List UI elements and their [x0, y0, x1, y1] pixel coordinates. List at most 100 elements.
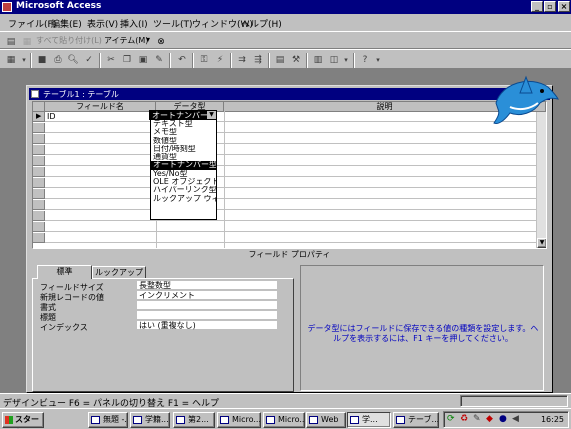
- restore-button[interactable]: ▫: [544, 1, 556, 12]
- taskbar-item[interactable]: Micro...: [263, 412, 305, 428]
- tray-icon[interactable]: ⟳: [447, 414, 455, 424]
- tray-icon[interactable]: ✎: [473, 414, 481, 424]
- spelling-icon[interactable]: ✓: [82, 53, 96, 67]
- tab-general[interactable]: 標準: [37, 265, 92, 279]
- office-assistant-dolphin-icon[interactable]: [490, 73, 560, 128]
- tray-icon[interactable]: ●: [499, 414, 507, 424]
- items-dropdown-arrow[interactable]: ▾: [146, 35, 150, 44]
- scroll-down-button[interactable]: ▼: [537, 238, 546, 248]
- row-selector[interactable]: [33, 222, 45, 232]
- property-value[interactable]: [137, 301, 277, 310]
- start-button[interactable]: スタート: [2, 412, 44, 429]
- menu-tools[interactable]: ツール(T): [153, 17, 193, 30]
- table-row[interactable]: [33, 233, 546, 243]
- save-icon[interactable]: ■: [35, 53, 49, 67]
- row-selector[interactable]: [33, 200, 45, 210]
- database-window-icon[interactable]: ▥: [311, 53, 325, 67]
- row-selector[interactable]: [33, 178, 45, 188]
- clear-clipboard-icon[interactable]: ⊗: [154, 35, 168, 49]
- taskbar-item-active[interactable]: 学...: [347, 412, 391, 428]
- cut-icon[interactable]: ✂: [104, 53, 118, 67]
- property-value[interactable]: インクリメント: [137, 291, 277, 300]
- menu-view[interactable]: 表示(V): [87, 17, 118, 30]
- field-name-cell[interactable]: ID: [47, 112, 56, 121]
- taskbar-item[interactable]: 無題 -...: [88, 412, 128, 428]
- data-type-option[interactable]: OLE オブジェクト型: [151, 178, 216, 186]
- row-selector[interactable]: [33, 123, 45, 133]
- chevron-down-icon[interactable]: ▼: [207, 111, 216, 119]
- table-row[interactable]: ▶ ID: [33, 112, 546, 122]
- view-dropdown-arrow[interactable]: ▾: [17, 53, 31, 67]
- clock[interactable]: 16:25: [541, 415, 564, 424]
- tray-icon[interactable]: ♻: [460, 414, 468, 424]
- taskbar-item[interactable]: Web: [306, 412, 346, 428]
- table-row[interactable]: [33, 200, 546, 210]
- delete-rows-icon[interactable]: ⇶: [251, 53, 265, 67]
- row-selector[interactable]: [33, 233, 45, 243]
- taskbar-item[interactable]: Micro...: [217, 412, 261, 428]
- data-type-option[interactable]: 日付/時刻型: [151, 145, 216, 153]
- speaker-icon[interactable]: ◀: [512, 414, 519, 424]
- minimize-button[interactable]: _: [531, 1, 543, 12]
- taskbar-item[interactable]: 学籍...: [130, 412, 170, 428]
- data-type-option-selected[interactable]: オートナンバー型: [151, 161, 216, 170]
- table-row[interactable]: [33, 211, 546, 221]
- row-selector[interactable]: [33, 189, 45, 199]
- table-row[interactable]: [33, 145, 546, 155]
- table-row[interactable]: [33, 123, 546, 133]
- data-type-option[interactable]: 通貨型: [151, 153, 216, 161]
- new-object-dropdown-arrow[interactable]: ▾: [339, 53, 353, 67]
- undo-icon[interactable]: ↶: [175, 53, 189, 67]
- primary-key-icon[interactable]: ⚿: [197, 53, 211, 67]
- paste-all-button[interactable]: すべて貼り付け(L): [36, 35, 102, 46]
- print-preview-icon[interactable]: 🔍︎: [66, 53, 80, 67]
- table-row[interactable]: [33, 167, 546, 177]
- help-icon[interactable]: ?: [358, 53, 372, 67]
- paste-icon[interactable]: ▣: [136, 53, 150, 67]
- paste-all-icon[interactable]: ▦: [20, 35, 34, 49]
- menu-edit[interactable]: 編集(E): [51, 17, 82, 30]
- help-dropdown-arrow[interactable]: ▾: [371, 53, 385, 67]
- row-selector-current[interactable]: ▶: [33, 112, 45, 122]
- data-type-option[interactable]: ハイパーリンク型: [151, 186, 216, 194]
- build-icon[interactable]: ⚒: [289, 53, 303, 67]
- table-row[interactable]: [33, 178, 546, 188]
- window-icon: [176, 416, 185, 424]
- data-type-option[interactable]: テキスト型: [151, 120, 216, 128]
- property-help-pane: データ型にはフィールドに保存できる値の種類を設定します。ヘルプを表示するには、F…: [300, 265, 544, 391]
- properties-icon[interactable]: ▤: [273, 53, 287, 67]
- row-selector[interactable]: [33, 145, 45, 155]
- indexes-icon[interactable]: ⚡: [213, 53, 227, 67]
- menu-insert[interactable]: 挿入(I): [120, 17, 148, 30]
- data-type-option[interactable]: ルックアップ ウィザード...: [151, 195, 216, 203]
- format-painter-icon[interactable]: ✎: [152, 53, 166, 67]
- close-button[interactable]: ×: [558, 1, 570, 12]
- table-row[interactable]: [33, 134, 546, 144]
- column-header-field-name: フィールド名: [45, 102, 156, 112]
- menu-file[interactable]: ファイル(F): [8, 17, 56, 30]
- table-row[interactable]: [33, 156, 546, 166]
- property-value[interactable]: [137, 311, 277, 320]
- grid-scrollbar[interactable]: ▼: [536, 112, 546, 248]
- data-type-option[interactable]: Yes/No型: [151, 170, 216, 178]
- property-value[interactable]: はい (重複なし): [137, 321, 277, 330]
- row-selector[interactable]: [33, 156, 45, 166]
- taskbar-item[interactable]: 第2...: [173, 412, 215, 428]
- row-selector[interactable]: [33, 134, 45, 144]
- items-dropdown[interactable]: アイテム(M): [104, 35, 148, 46]
- print-icon[interactable]: ⎙: [51, 53, 65, 67]
- copy-icon[interactable]: ❐: [120, 53, 134, 67]
- clipboard-icon[interactable]: ▤: [4, 35, 18, 49]
- table-row[interactable]: [33, 189, 546, 199]
- property-value[interactable]: 長整数型: [137, 281, 277, 290]
- data-type-option[interactable]: メモ型: [151, 128, 216, 136]
- row-selector[interactable]: [33, 211, 45, 221]
- menu-help[interactable]: ヘルプ(H): [241, 17, 282, 30]
- taskbar-item[interactable]: テーブ...: [393, 412, 439, 428]
- data-type-option[interactable]: 数値型: [151, 137, 216, 145]
- tray-icon[interactable]: ◆: [486, 414, 493, 424]
- table-row[interactable]: [33, 222, 546, 232]
- insert-rows-icon[interactable]: ⇉: [235, 53, 249, 67]
- row-selector[interactable]: [33, 167, 45, 177]
- view-icon[interactable]: ▦: [4, 53, 18, 67]
